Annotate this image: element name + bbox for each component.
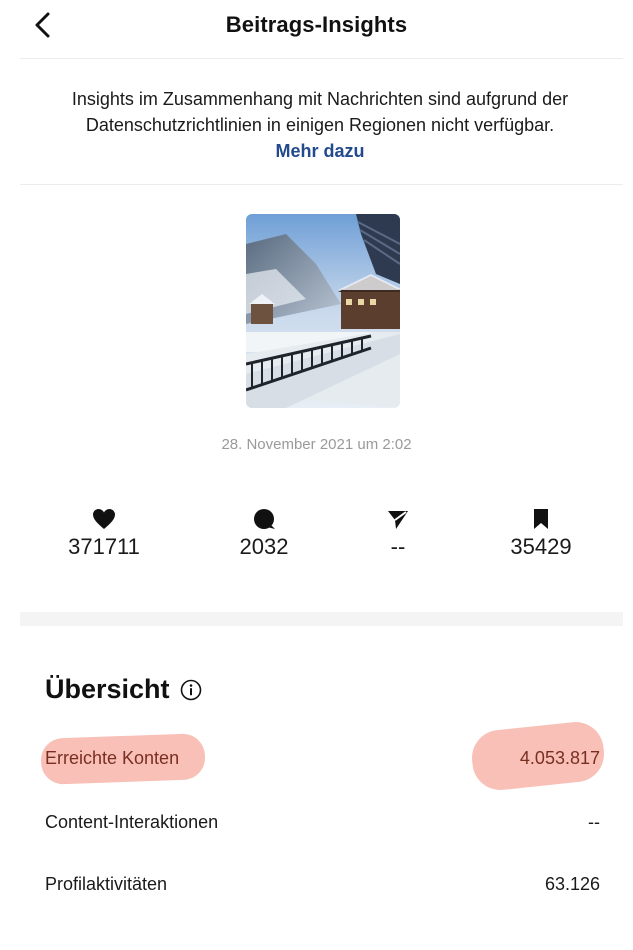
comments-count: 2032 — [239, 534, 289, 559]
likes-count: 371711 — [68, 534, 140, 559]
privacy-notice: Insights im Zusammenhang mit Nachrichten… — [70, 86, 570, 164]
comments-stat: 2032 — [204, 508, 324, 560]
overview-heading: Übersicht — [45, 674, 202, 705]
saves-count: 35429 — [510, 534, 572, 559]
bookmark-icon — [481, 508, 601, 530]
post-date: 28. November 2021 um 2:02 — [221, 436, 412, 453]
heart-icon — [44, 508, 164, 530]
learn-more-link[interactable]: Mehr dazu — [275, 141, 364, 161]
saves-stat: 35429 — [481, 508, 601, 560]
row-value: 4.053.817 — [469, 719, 607, 793]
notice-divider — [20, 184, 623, 185]
overview-title: Übersicht — [45, 674, 170, 704]
profile-activity-label: Profilaktivitäten — [45, 874, 168, 894]
notice-text: Insights im Zusammenhang mit Nachrichten… — [71, 89, 569, 135]
content-interactions-label: Content-Interaktionen — [45, 812, 219, 832]
shares-stat: -- — [338, 508, 458, 560]
post-image — [246, 214, 400, 408]
comment-icon — [204, 508, 324, 530]
post-thumbnail[interactable] — [246, 214, 400, 408]
section-separator — [20, 612, 623, 626]
info-icon[interactable] — [180, 679, 202, 701]
header-bar: Beitrags-Insights — [0, 0, 633, 58]
overview-row-content-interactions[interactable]: Content-Interaktionen -- — [45, 812, 600, 833]
header-divider — [20, 58, 623, 59]
page-title: Beitrags-Insights — [225, 12, 408, 37]
content-interactions-value: -- — [588, 812, 600, 832]
reached-accounts-label: Erreichte Konten — [45, 748, 180, 768]
send-icon — [338, 508, 458, 530]
row-label: Erreichte Konten — [40, 733, 206, 785]
profile-activity-value: 63.126 — [544, 874, 600, 894]
overview-row-profile-activity[interactable]: Profilaktivitäten 63.126 — [45, 874, 600, 895]
likes-stat: 371711 — [44, 508, 164, 560]
overview-row-reached-accounts[interactable]: Erreichte Konten 4.053.817 — [40, 719, 607, 793]
reached-accounts-value: 4.053.817 — [519, 748, 600, 768]
shares-count: -- — [390, 534, 406, 559]
